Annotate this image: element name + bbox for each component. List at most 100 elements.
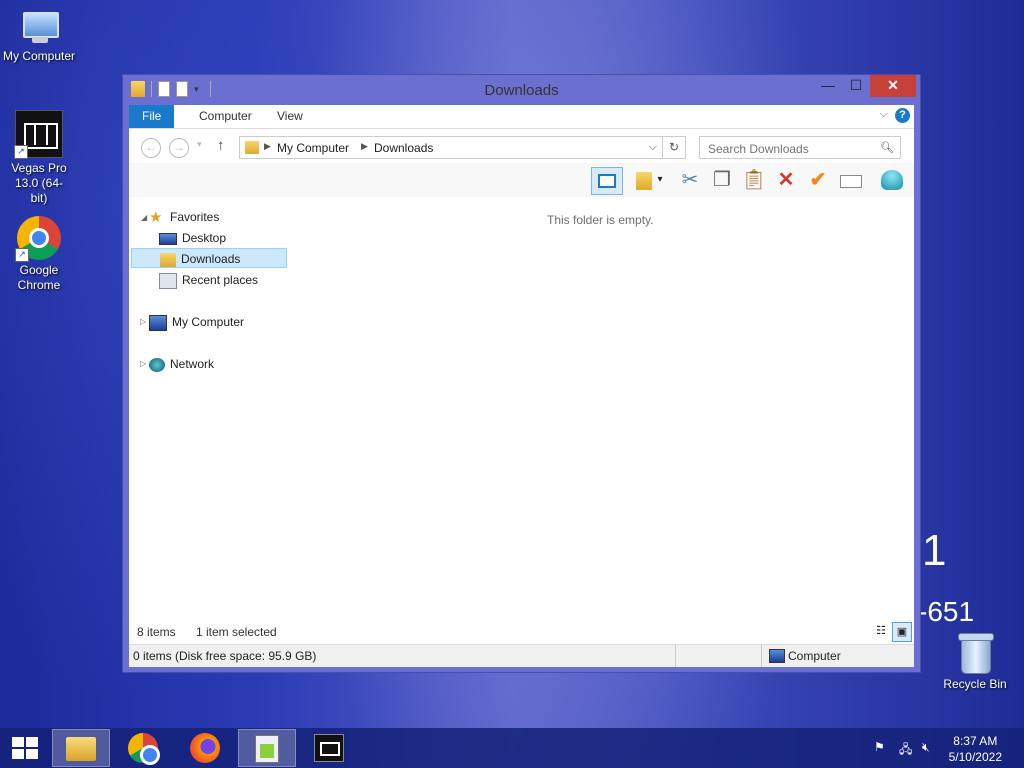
rename-icon[interactable] bbox=[837, 167, 863, 193]
tab-view[interactable]: View bbox=[264, 105, 316, 128]
vegas-pro-icon bbox=[314, 734, 344, 762]
nav-item-label: Favorites bbox=[170, 210, 220, 224]
status-bar: 0 items (Disk free space: 95.9 GB) Compu… bbox=[129, 644, 914, 667]
delete-icon[interactable]: ✕ bbox=[773, 167, 799, 193]
taskbar-firefox[interactable] bbox=[176, 729, 234, 767]
empty-folder-message: This folder is empty. bbox=[547, 213, 654, 227]
help-icon[interactable]: ? bbox=[895, 108, 910, 123]
desktop-icon-google-chrome[interactable]: ↗ Google Chrome bbox=[0, 216, 78, 293]
search-input[interactable] bbox=[706, 141, 875, 157]
network-icon bbox=[149, 357, 165, 372]
taskbar-file-explorer[interactable] bbox=[52, 729, 110, 767]
chrome-icon: ↗ bbox=[15, 216, 61, 262]
preview-pane-icon[interactable] bbox=[591, 167, 623, 195]
forward-button[interactable]: → bbox=[169, 138, 189, 158]
nav-item-label: Desktop bbox=[182, 231, 227, 245]
address-dropdown-icon[interactable]: ⌵ bbox=[649, 141, 657, 154]
nav-item-recent-places[interactable]: Recent places bbox=[159, 270, 258, 290]
network-tray-icon[interactable]: 🖧︎ bbox=[899, 740, 912, 761]
expand-triangle-icon[interactable]: ▷ bbox=[140, 359, 146, 368]
wallpaper-text: 1 bbox=[922, 526, 947, 575]
notepad-plus-icon bbox=[255, 735, 279, 763]
desktop-icon bbox=[159, 232, 177, 245]
nav-item-favorites[interactable]: ★ Favorites bbox=[149, 207, 219, 227]
file-explorer-icon bbox=[66, 737, 96, 761]
recent-places-icon bbox=[159, 272, 177, 289]
taskbar-vegas-pro[interactable] bbox=[300, 729, 358, 767]
breadcrumb-separator-icon[interactable]: ▶ bbox=[361, 141, 368, 152]
shell-icon[interactable] bbox=[879, 167, 905, 193]
toolbar: ▾ ✂ ❐ 📋︎ ✕ ✔ bbox=[129, 163, 914, 198]
navigation-pane: ◢ ★ Favorites Desktop Downloads Recent pl… bbox=[129, 197, 289, 620]
cut-icon[interactable]: ✂ bbox=[677, 167, 703, 193]
folder-icon bbox=[245, 141, 259, 154]
desktop-icon-vegas-pro[interactable]: ↗ Vegas Pro 13.0 (64-bit) bbox=[0, 110, 78, 206]
checkmark-icon[interactable]: ✔ bbox=[805, 167, 831, 193]
back-button[interactable]: ← bbox=[141, 138, 161, 158]
start-button[interactable] bbox=[12, 737, 38, 759]
computer-icon bbox=[769, 649, 785, 663]
details-view-icon[interactable]: ☷ bbox=[872, 622, 890, 640]
address-bar[interactable]: ▶ My Computer ▶ Downloads ⌵ bbox=[239, 136, 663, 159]
close-button[interactable]: ✕ bbox=[870, 75, 916, 97]
address-row: ← → ▾ ↑ ▶ My Computer ▶ Downloads ⌵ ↻ 🔍︎ bbox=[129, 129, 914, 163]
disk-free-space: 0 items (Disk free space: 95.9 GB) bbox=[133, 649, 317, 663]
collapse-triangle-icon[interactable]: ◢ bbox=[141, 213, 147, 222]
clock[interactable]: 8:37 AM 5/10/2022 bbox=[949, 733, 1002, 765]
desktop-icon-label: Vegas Pro 13.0 (64-bit) bbox=[11, 161, 67, 205]
selection-count: 1 item selected bbox=[196, 625, 277, 639]
tab-file[interactable]: File bbox=[129, 105, 175, 128]
item-count: 8 items bbox=[137, 625, 176, 639]
nav-item-downloads[interactable]: Downloads bbox=[131, 248, 287, 268]
breadcrumb-separator-icon[interactable]: ▶ bbox=[264, 141, 271, 152]
nav-item-desktop[interactable]: Desktop bbox=[159, 228, 226, 248]
refresh-button[interactable]: ↻ bbox=[663, 136, 686, 159]
downloads-folder-icon bbox=[160, 252, 176, 267]
search-box[interactable]: 🔍︎ bbox=[699, 136, 901, 159]
maximize-button[interactable]: ☐ bbox=[842, 75, 870, 97]
window-title: Downloads bbox=[484, 82, 559, 99]
chrome-icon bbox=[128, 733, 160, 765]
copy-icon[interactable]: ❐ bbox=[709, 167, 735, 193]
action-center-flag-icon[interactable]: ⚑ bbox=[874, 740, 885, 754]
chevron-down-icon[interactable]: ⌵ bbox=[880, 108, 888, 121]
desktop-icon-recycle-bin[interactable]: Recycle Bin bbox=[936, 632, 1014, 692]
title-bar[interactable]: ▾ Downloads — ☐ ✕ bbox=[123, 75, 920, 105]
nav-item-label: Downloads bbox=[181, 252, 241, 266]
taskbar-chrome[interactable] bbox=[114, 729, 172, 767]
breadcrumb-downloads[interactable]: Downloads bbox=[374, 141, 433, 155]
breadcrumb-my-computer[interactable]: My Computer bbox=[277, 141, 349, 155]
recycle-bin-icon bbox=[957, 632, 994, 674]
taskbar: ⚑ 🖧︎ 🔇︎ 8:37 AM 5/10/2022 bbox=[0, 728, 1024, 768]
computer-icon bbox=[149, 314, 167, 331]
desktop-icon-label: My Computer bbox=[2, 49, 76, 63]
recent-locations-chevron-icon[interactable]: ▾ bbox=[197, 139, 202, 150]
large-icons-view-icon[interactable]: ▣ bbox=[892, 622, 912, 642]
ribbon-tabs: File Computer View ⌵ ? bbox=[129, 105, 914, 129]
search-icon[interactable]: 🔍︎ bbox=[880, 141, 894, 154]
desktop-icon-my-computer[interactable]: My Computer bbox=[0, 10, 78, 64]
vegas-pro-icon: ↗ bbox=[14, 110, 63, 159]
firefox-icon bbox=[190, 733, 220, 763]
status-row: 8 items 1 item selected ☷ ▣ bbox=[129, 620, 914, 644]
computer-icon bbox=[19, 10, 59, 46]
location-label: Computer bbox=[788, 649, 841, 663]
volume-muted-icon[interactable]: 🔇︎ bbox=[922, 740, 930, 755]
desktop-icon-label: Recycle Bin bbox=[943, 677, 1007, 691]
nav-item-label: Recent places bbox=[182, 273, 259, 287]
taskbar-notepad-plus[interactable] bbox=[238, 729, 296, 767]
divider bbox=[675, 645, 676, 667]
up-arrow-icon[interactable]: ↑ bbox=[217, 137, 225, 154]
dropdown-icon[interactable]: ▾ bbox=[653, 167, 667, 193]
clock-date: 5/10/2022 bbox=[948, 750, 1002, 764]
desktop-icon-label: Google Chrome bbox=[17, 263, 61, 292]
paste-icon[interactable]: 📋︎ bbox=[741, 167, 767, 193]
explorer-window: ▾ Downloads — ☐ ✕ File Computer View ⌵ ?… bbox=[122, 74, 921, 673]
content-area: ◢ ★ Favorites Desktop Downloads Recent pl… bbox=[129, 197, 914, 620]
nav-item-network[interactable]: Network bbox=[149, 354, 214, 374]
star-icon: ★ bbox=[149, 208, 163, 226]
tab-computer[interactable]: Computer bbox=[186, 105, 265, 128]
minimize-button[interactable]: — bbox=[814, 75, 842, 97]
expand-triangle-icon[interactable]: ▷ bbox=[140, 317, 146, 326]
nav-item-my-computer[interactable]: My Computer bbox=[149, 312, 244, 332]
